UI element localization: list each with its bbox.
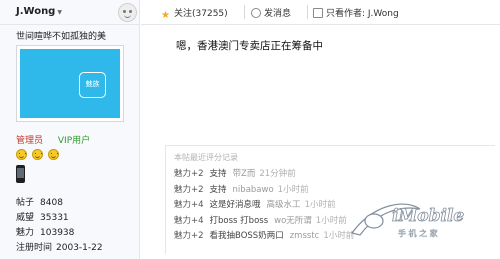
send-message-button[interactable]: 发消息 [251, 6, 291, 19]
rating-row: 魅力+4 这是好消息哦 高级水工 1小时前 [174, 198, 354, 214]
rating-score: 魅力+2 [174, 184, 204, 195]
divider [307, 5, 308, 19]
user-header: J.Wong ▼ [0, 0, 140, 25]
phone-icon [16, 165, 25, 183]
rating-time: 21分钟前 [259, 169, 296, 179]
rating-user-link[interactable]: zmsstc [290, 231, 320, 241]
rating-row: 魅力+2 支持 带Z而 21分钟前 [174, 167, 354, 183]
face-eye-left [123, 10, 126, 13]
author-only-button[interactable]: 只看作者: J.Wong [313, 6, 399, 19]
message-label: 发消息 [264, 9, 292, 19]
rating-row: 魅力+2 看我抽BOSS奶两口 zmsstc 1小时前 [174, 229, 354, 245]
medal-smiley-icon [47, 149, 59, 160]
stat-value: 8408 [40, 198, 63, 208]
rating-log-title: 本帖最近评分记录 [174, 153, 238, 162]
stat-value: 103938 [40, 228, 75, 238]
stat-label: 帖子 [16, 198, 35, 208]
avatar-image: 魅族 [20, 49, 120, 118]
rating-user-link[interactable]: wo无所谓 [274, 216, 312, 226]
stat-label: 注册时间 [16, 243, 53, 253]
rating-reason: 这是好消息哦 [209, 200, 261, 210]
stat-charm: 魅力 103938 [16, 226, 103, 241]
medal-smiley-icon [31, 149, 43, 160]
rating-time: 1小时前 [304, 200, 336, 210]
stat-label: 威望 [16, 213, 35, 223]
rating-reason: 支持 [209, 184, 227, 195]
chevron-down-icon: ▼ [57, 9, 62, 16]
person-icon [313, 8, 323, 18]
rating-reason: 支持 [209, 169, 227, 179]
stat-value: 35331 [40, 213, 69, 223]
face-eye-right [129, 10, 132, 13]
avatar[interactable]: 魅族 [16, 45, 124, 122]
rating-user-link[interactable]: 高级水工 [267, 200, 301, 210]
star-icon: ★ [161, 10, 170, 21]
post-action-bar: ★ 关注(37255) 发消息 只看作者: J.Wong [141, 0, 500, 25]
post-content: 嗯，香港澳门专卖店正在筹备中 [176, 40, 323, 52]
user-sidebar: J.Wong ▼ 世间喧哗不如孤独的美 魅族 管理员 VIP用户 帖子 8408 威… [0, 0, 140, 259]
stat-value: 2003-1-22 [56, 243, 103, 253]
rating-row: 魅力+2 支持 nibabawo 1小时前 [174, 183, 354, 199]
rating-score: 魅力+4 [174, 215, 204, 226]
author-only-label: 只看作者: J.Wong [326, 9, 399, 19]
follow-button[interactable]: ★ 关注(37255) [161, 6, 228, 21]
user-stats: 帖子 8408 威望 35331 魅力 103938 注册时间 2003-1-22 [16, 196, 103, 256]
medals [16, 149, 61, 161]
rating-time: 1小时前 [277, 184, 309, 195]
role-vip: VIP用户 [57, 136, 91, 146]
username: J.Wong [16, 6, 56, 17]
user-face-icon[interactable] [118, 3, 137, 22]
rating-user-link[interactable]: nibabawo [233, 185, 274, 195]
rating-log: 本帖最近评分记录 魅力+2 支持 带Z而 21分钟前 魅力+2 支持 nibabawo 1小… [165, 145, 495, 254]
stat-label: 魅力 [16, 228, 35, 238]
rating-time: 1小时前 [315, 215, 347, 226]
rating-list: 魅力+2 支持 带Z而 21分钟前 魅力+2 支持 nibabawo 1小时前 魅力+4 这是… [174, 167, 354, 245]
face-mouth [124, 14, 131, 18]
rating-time: 1小时前 [323, 231, 355, 241]
meizu-logo: 魅族 [79, 72, 106, 98]
stat-posts: 帖子 8408 [16, 196, 103, 211]
user-signature: 世间喧哗不如孤独的美 [16, 32, 107, 42]
medal-smiley-icon [16, 149, 27, 160]
role-admin: 管理员 [16, 136, 44, 146]
message-icon [251, 8, 261, 18]
stat-prestige: 威望 35331 [16, 211, 103, 226]
rating-row: 魅力+4 打boss 打boss wo无所谓 1小时前 [174, 214, 354, 230]
rating-score: 魅力+4 [174, 200, 204, 210]
rating-reason: 看我抽BOSS奶两口 [209, 231, 284, 241]
username-menu[interactable]: J.Wong ▼ [16, 6, 62, 17]
rating-score: 魅力+2 [174, 169, 204, 179]
stat-register-date: 注册时间 2003-1-22 [16, 241, 103, 256]
rating-score: 魅力+2 [174, 231, 204, 241]
divider [244, 5, 245, 19]
rating-reason: 打boss 打boss [209, 215, 269, 226]
rating-user-link[interactable]: 带Z而 [233, 169, 256, 179]
follow-label: 关注(37255) [174, 9, 228, 19]
user-roles: 管理员 VIP用户 [16, 133, 90, 146]
